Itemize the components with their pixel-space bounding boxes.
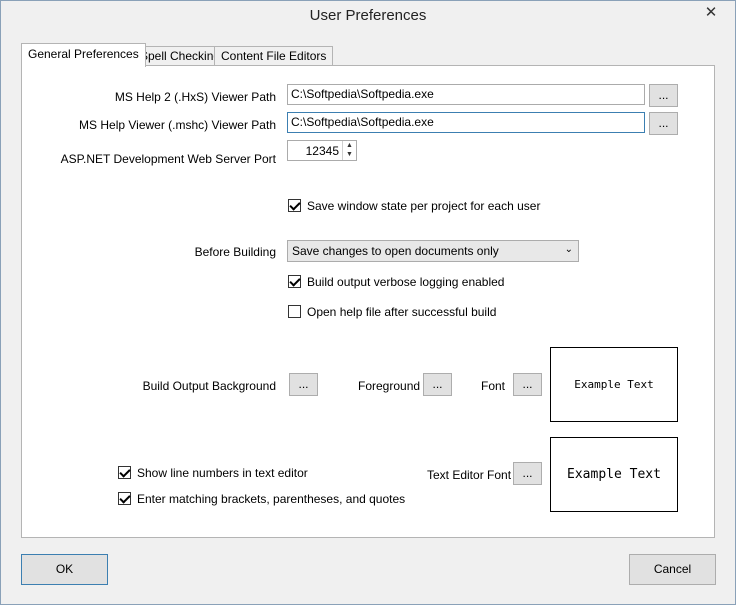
before-building-label: Before Building xyxy=(194,245,276,259)
font-label: Font xyxy=(481,379,506,393)
user-preferences-window: User Preferences ✕ General Preferences S… xyxy=(0,0,736,605)
title-bar: User Preferences ✕ xyxy=(1,1,735,31)
build-background-button[interactable]: ... xyxy=(289,373,318,396)
build-output-background-label: Build Output Background xyxy=(142,379,276,393)
ok-button[interactable]: OK xyxy=(21,554,108,585)
open-help-checkbox[interactable] xyxy=(288,305,301,318)
chevron-down-icon: ⌄ xyxy=(564,244,573,255)
save-window-state-label: Save window state per project for each u… xyxy=(307,199,541,213)
port-label: ASP.NET Development Web Server Port xyxy=(60,152,276,166)
text-editor-font-button[interactable]: ... xyxy=(513,462,542,485)
helpviewer-browse-button[interactable]: ... xyxy=(649,112,678,135)
help2-browse-button[interactable]: ... xyxy=(649,84,678,107)
show-line-numbers-label: Show line numbers in text editor xyxy=(137,466,308,480)
save-window-state-checkbox[interactable] xyxy=(288,199,301,212)
matching-brackets-checkbox[interactable] xyxy=(118,492,131,505)
tab-content-file-editors[interactable]: Content File Editors xyxy=(214,46,334,66)
port-stepper[interactable]: 12345 ▲ ▼ xyxy=(287,140,357,161)
verbose-logging-checkbox[interactable] xyxy=(288,275,301,288)
font-button[interactable]: ... xyxy=(513,373,542,396)
port-spin-arrows[interactable]: ▲ ▼ xyxy=(342,141,356,160)
foreground-label: Foreground xyxy=(358,379,421,393)
tab-spell-checking[interactable]: Spell Checking xyxy=(133,46,228,66)
show-line-numbers-checkbox[interactable] xyxy=(118,466,131,479)
verbose-logging-label: Build output verbose logging enabled xyxy=(307,275,505,289)
spin-up-icon[interactable]: ▲ xyxy=(343,141,356,150)
before-building-value: Save changes to open documents only xyxy=(292,244,499,258)
tab-general-preferences[interactable]: General Preferences xyxy=(21,43,146,67)
text-editor-preview: Example Text xyxy=(550,437,678,512)
matching-brackets-label: Enter matching brackets, parentheses, an… xyxy=(137,492,406,506)
spin-down-icon[interactable]: ▼ xyxy=(343,150,356,159)
text-editor-font-label: Text Editor Font xyxy=(427,468,512,482)
cancel-button[interactable]: Cancel xyxy=(629,554,716,585)
before-building-select[interactable]: Save changes to open documents only ⌄ xyxy=(287,240,579,262)
help2-path-input[interactable]: C:\Softpedia\Softpedia.exe xyxy=(287,84,645,105)
general-preferences-page: MS Help 2 (.HxS) Viewer Path C:\Softpedi… xyxy=(21,65,715,538)
window-title: User Preferences xyxy=(309,7,427,24)
helpviewer-path-input[interactable]: C:\Softpedia\Softpedia.exe xyxy=(287,112,645,133)
foreground-button[interactable]: ... xyxy=(423,373,452,396)
help2-path-label: MS Help 2 (.HxS) Viewer Path xyxy=(114,90,276,104)
helpviewer-path-label: MS Help Viewer (.mshc) Viewer Path xyxy=(79,118,276,132)
open-help-label: Open help file after successful build xyxy=(307,305,497,319)
close-icon[interactable]: ✕ xyxy=(697,3,725,23)
port-value: 12345 xyxy=(305,144,339,158)
build-output-preview: Example Text xyxy=(550,347,678,422)
